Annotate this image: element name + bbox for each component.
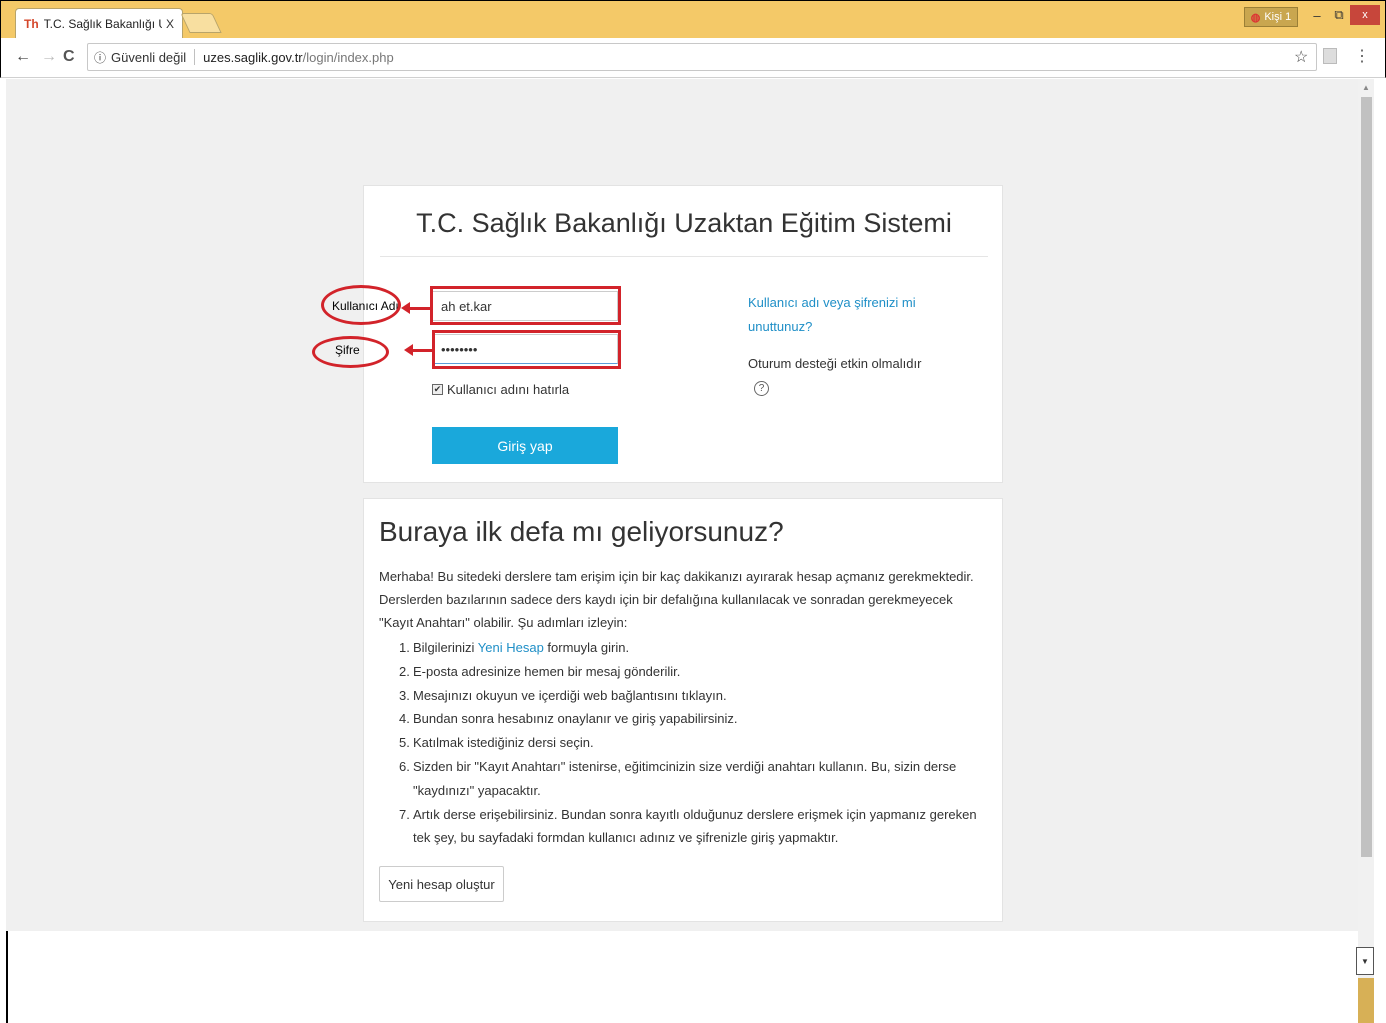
profile-icon: ◍: [1250, 11, 1261, 24]
browser-tab[interactable]: Th T.C. Sağlık Bakanlığı Uza X: [15, 8, 183, 39]
profile-label: Kişi 1: [1264, 11, 1292, 23]
new-tab-button[interactable]: [180, 13, 222, 33]
scroll-up-icon[interactable]: ▲: [1362, 83, 1370, 92]
remember-checkbox[interactable]: ✔: [432, 384, 443, 395]
site-favicon-icon: Th: [24, 17, 39, 31]
window-minimize-button[interactable]: –: [1306, 5, 1328, 25]
security-indicator[interactable]: ⓘ Güvenli değil: [94, 49, 186, 66]
username-annotation-ellipse: [321, 285, 401, 325]
new-account-link[interactable]: Yeni Hesap: [478, 640, 544, 655]
password-annotation-ellipse: [312, 336, 389, 368]
step-number: 6.: [399, 758, 410, 774]
step-number: 5.: [399, 735, 410, 751]
window-maximize-button[interactable]: ⧉: [1328, 5, 1350, 25]
password-annotation-box: [432, 330, 621, 369]
url-host: uzes.saglik.gov.tr: [203, 49, 303, 65]
tab-title: T.C. Sağlık Bakanlığı Uza: [43, 17, 162, 31]
profile-button[interactable]: ◍ Kişi 1: [1244, 7, 1298, 27]
window-corner: [1358, 978, 1374, 1023]
title-divider: [380, 256, 988, 257]
extension-icon[interactable]: [1323, 48, 1337, 64]
first-visit-title: Buraya ilk defa mı geliyorsunuz?: [379, 516, 784, 547]
window-close-button[interactable]: x: [1350, 5, 1380, 25]
step-text-part: formuyla girin.: [543, 640, 630, 655]
step-text: Bundan sonra hesabınız onaylanır ve giri…: [413, 711, 738, 727]
forward-arrow-icon[interactable]: →: [41, 48, 57, 66]
info-circle-icon: ⓘ: [94, 50, 107, 65]
browser-menu-icon[interactable]: ⋮: [1354, 46, 1370, 66]
remember-username[interactable]: ✔ Kullanıcı adını hatırla: [432, 382, 569, 397]
scrollbar-thumb[interactable]: [1361, 97, 1372, 857]
remember-label: Kullanıcı adını hatırla: [447, 382, 570, 397]
first-visit-intro: Merhaba! Bu sitedeki derslere tam erişim…: [379, 569, 974, 630]
list-item: 6. Sizden bir "Kayıt Anahtarı" istenirse…: [399, 755, 994, 803]
list-item: 1. Bilgilerinizi Yeni Hesap formuyla gir…: [399, 636, 994, 660]
reload-icon[interactable]: C: [63, 48, 75, 66]
bookmark-star-icon[interactable]: ☆: [1294, 47, 1308, 67]
security-label: Güvenli değil: [111, 49, 187, 65]
list-item: 5. Katılmak istediğiniz dersi seçin.: [399, 731, 994, 755]
create-account-button[interactable]: Yeni hesap oluştur: [379, 866, 504, 902]
password-annotation-arrow: [404, 344, 432, 356]
browser-titlebar: Th T.C. Sağlık Bakanlığı Uza X ◍ Kişi 1 …: [0, 0, 1386, 39]
login-button[interactable]: Giriş yap: [432, 427, 618, 464]
scroll-down-icon[interactable]: ▼: [1356, 947, 1374, 975]
username-annotation-box: [430, 286, 621, 325]
step-text-part: Bilgilerinizi: [413, 640, 478, 655]
address-bar[interactable]: ⓘ Güvenli değil uzes.saglik.gov.tr/login…: [87, 43, 1317, 71]
step-text: Bilgilerinizi Yeni Hesap formuyla girin.: [413, 636, 994, 660]
list-item: 2. E-posta adresinize hemen bir mesaj gö…: [399, 660, 994, 684]
browser-toolbar: ← → C ⓘ Güvenli değil uzes.saglik.gov.tr…: [0, 38, 1386, 78]
help-icon[interactable]: ?: [754, 381, 769, 396]
forgot-password-link[interactable]: Kullanıcı adı veya şifrenizi mi unuttunu…: [748, 291, 948, 339]
step-number: 4.: [399, 711, 410, 727]
session-support-text: Oturum desteği etkin olmalıdır: [748, 356, 922, 371]
step-text: Mesajınızı okuyun ve içerdiği web bağlan…: [413, 687, 727, 703]
list-item: 7. Artık derse erişebilirsiniz. Bundan s…: [399, 803, 994, 851]
address-separator: [194, 49, 196, 65]
step-number: 7.: [399, 806, 410, 822]
step-number: 2.: [399, 663, 410, 679]
list-item: 4. Bundan sonra hesabınız onaylanır ve g…: [399, 707, 994, 731]
username-annotation-arrow: [401, 302, 432, 314]
step-text: Artık derse erişebilirsiniz. Bundan sonr…: [413, 806, 977, 846]
signup-steps-list: 1. Bilgilerinizi Yeni Hesap formuyla gir…: [399, 636, 994, 850]
tab-close-icon[interactable]: X: [166, 17, 174, 31]
window-border: [6, 931, 8, 1023]
back-arrow-icon[interactable]: ←: [15, 48, 31, 66]
step-number: 1.: [399, 640, 410, 655]
step-text: Sizden bir "Kayıt Anahtarı" istenirse, e…: [413, 758, 957, 798]
page-title: T.C. Sağlık Bakanlığı Uzaktan Eğitim Sis…: [416, 208, 952, 238]
step-text: Katılmak istediğiniz dersi seçin.: [413, 735, 594, 751]
step-text: E-posta adresinize hemen bir mesaj gönde…: [413, 663, 681, 679]
step-number: 3.: [399, 687, 410, 703]
list-item: 3. Mesajınızı okuyun ve içerdiği web bağ…: [399, 684, 994, 708]
url-path: /login/index.php: [302, 49, 394, 65]
